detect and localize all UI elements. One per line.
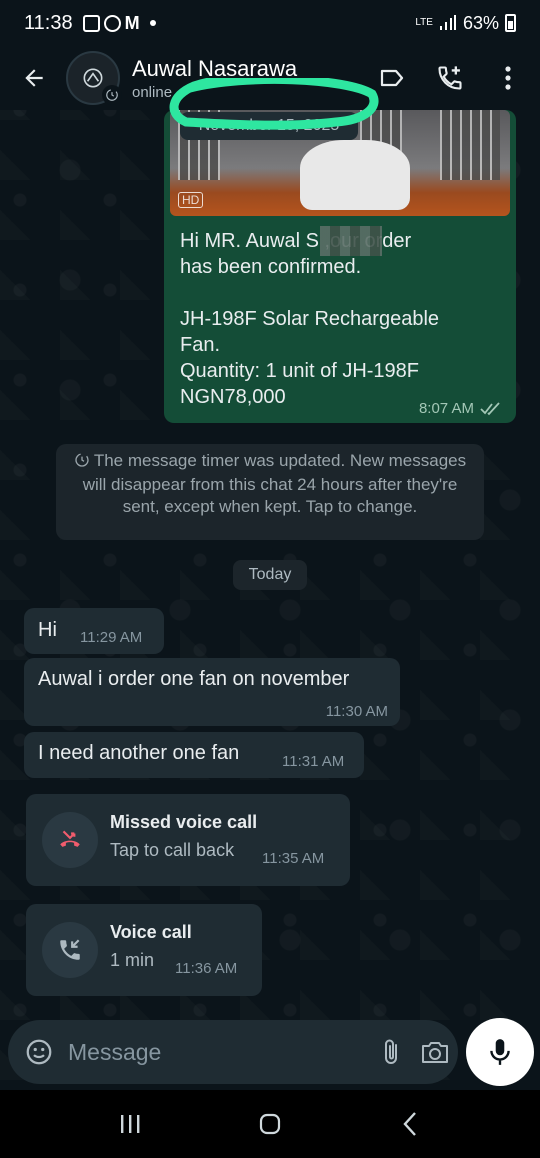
message-text: Hi xyxy=(38,619,57,641)
timer-icon xyxy=(74,452,90,474)
voice-call-message[interactable]: Voice call 1 min 11:36 AM xyxy=(26,904,262,996)
date-separator: November 15, 2025 xyxy=(180,112,358,140)
incoming-message[interactable]: I need another one fan 11:31 AM xyxy=(24,732,364,778)
battery-percent: 63% xyxy=(462,12,499,33)
message-input[interactable] xyxy=(68,1038,364,1066)
more-vertical-icon xyxy=(505,66,511,90)
redaction-blur xyxy=(320,226,382,256)
battery-icon xyxy=(505,14,516,32)
incoming-message[interactable]: Hi 11:29 AM xyxy=(24,608,164,654)
recents-icon xyxy=(121,1115,140,1133)
call-title: Voice call xyxy=(110,922,192,942)
notification-icons: M xyxy=(82,12,156,34)
status-right: LTE 63% xyxy=(415,13,516,34)
menu-button[interactable] xyxy=(490,60,526,96)
contact-name: Auwal Nasarawa xyxy=(132,55,298,81)
gallery-notification-icon xyxy=(82,14,100,32)
network-type: LTE xyxy=(415,17,433,28)
message-time: 11:30 AM xyxy=(325,703,388,720)
back-arrow-icon xyxy=(25,69,43,87)
today-separator: Today xyxy=(233,560,307,590)
paperclip-icon xyxy=(385,1039,397,1064)
camera-button[interactable] xyxy=(420,1034,450,1070)
incoming-call-icon xyxy=(42,922,98,978)
status-bar: 11:38 M LTE 63% xyxy=(0,0,540,46)
phone-plus-icon xyxy=(438,66,462,90)
back-button[interactable] xyxy=(14,58,54,98)
system-notice-text: The message timer was updated. New messa… xyxy=(82,451,467,516)
label-button[interactable] xyxy=(374,60,410,96)
avatar-logo-icon xyxy=(83,68,103,88)
message-time: 11:29 AM xyxy=(80,629,143,646)
message-time: 8:07 AM xyxy=(418,400,474,417)
hd-badge: HD xyxy=(178,192,204,208)
home-icon xyxy=(259,1113,281,1135)
call-time: 11:36 AM xyxy=(175,960,238,977)
disappearing-messages-notice[interactable]: The message timer was updated. New messa… xyxy=(56,444,484,540)
gmail-notification-icon: M xyxy=(124,12,140,33)
read-ticks-icon xyxy=(480,401,500,415)
system-navigation-bar xyxy=(0,1090,540,1158)
more-notifications-dot-icon xyxy=(149,20,156,26)
outgoing-order-message[interactable]: HD Hi MR. Auwal S ,our order has been co… xyxy=(164,110,516,423)
chat-area[interactable]: HD Hi MR. Auwal S ,our order has been co… xyxy=(0,78,540,1020)
message-meta: 8:07 AM xyxy=(419,400,502,417)
chevron-left-icon xyxy=(403,1112,416,1136)
fan-image-shape xyxy=(300,140,410,210)
disappearing-timer-icon xyxy=(102,85,122,105)
contact-title-block[interactable]: Auwal Nasarawa online xyxy=(132,56,297,101)
missed-call-icon xyxy=(42,812,98,868)
message-time: 11:31 AM xyxy=(282,753,345,770)
call-title: Missed voice call xyxy=(110,812,258,832)
signal-icon xyxy=(439,15,456,30)
attach-button[interactable] xyxy=(380,1034,404,1070)
incoming-message[interactable]: Auwal i order one fan on november 11:30 … xyxy=(24,658,400,726)
missed-call-message[interactable]: Missed voice call Tap to call back 11:35… xyxy=(26,794,350,886)
voice-record-button[interactable] xyxy=(466,1018,534,1086)
call-subtitle: 1 min xyxy=(110,950,155,970)
header-actions xyxy=(374,60,526,96)
microphone-icon xyxy=(490,1039,510,1065)
recent-apps-button[interactable] xyxy=(110,1104,150,1144)
message-text: Auwal i order one fan on november xyxy=(38,668,350,690)
add-call-button[interactable] xyxy=(432,60,468,96)
contact-status: online xyxy=(132,83,173,101)
home-button[interactable] xyxy=(250,1104,290,1144)
back-nav-button[interactable] xyxy=(390,1104,430,1144)
call-time: 11:35 AM xyxy=(262,850,325,867)
whatsapp-notification-icon xyxy=(103,14,121,32)
camera-icon xyxy=(422,1042,448,1063)
message-composer xyxy=(8,1020,458,1084)
message-text: I need another one fan xyxy=(38,742,240,764)
sticker-emoji-icon xyxy=(26,1039,52,1065)
status-time: 11:38 xyxy=(24,11,73,34)
call-subtitle: Tap to call back xyxy=(110,840,235,860)
emoji-button[interactable] xyxy=(24,1035,54,1069)
label-icon xyxy=(380,69,404,87)
contact-avatar[interactable] xyxy=(66,51,122,105)
chat-header: Auwal Nasarawa online xyxy=(0,46,540,110)
